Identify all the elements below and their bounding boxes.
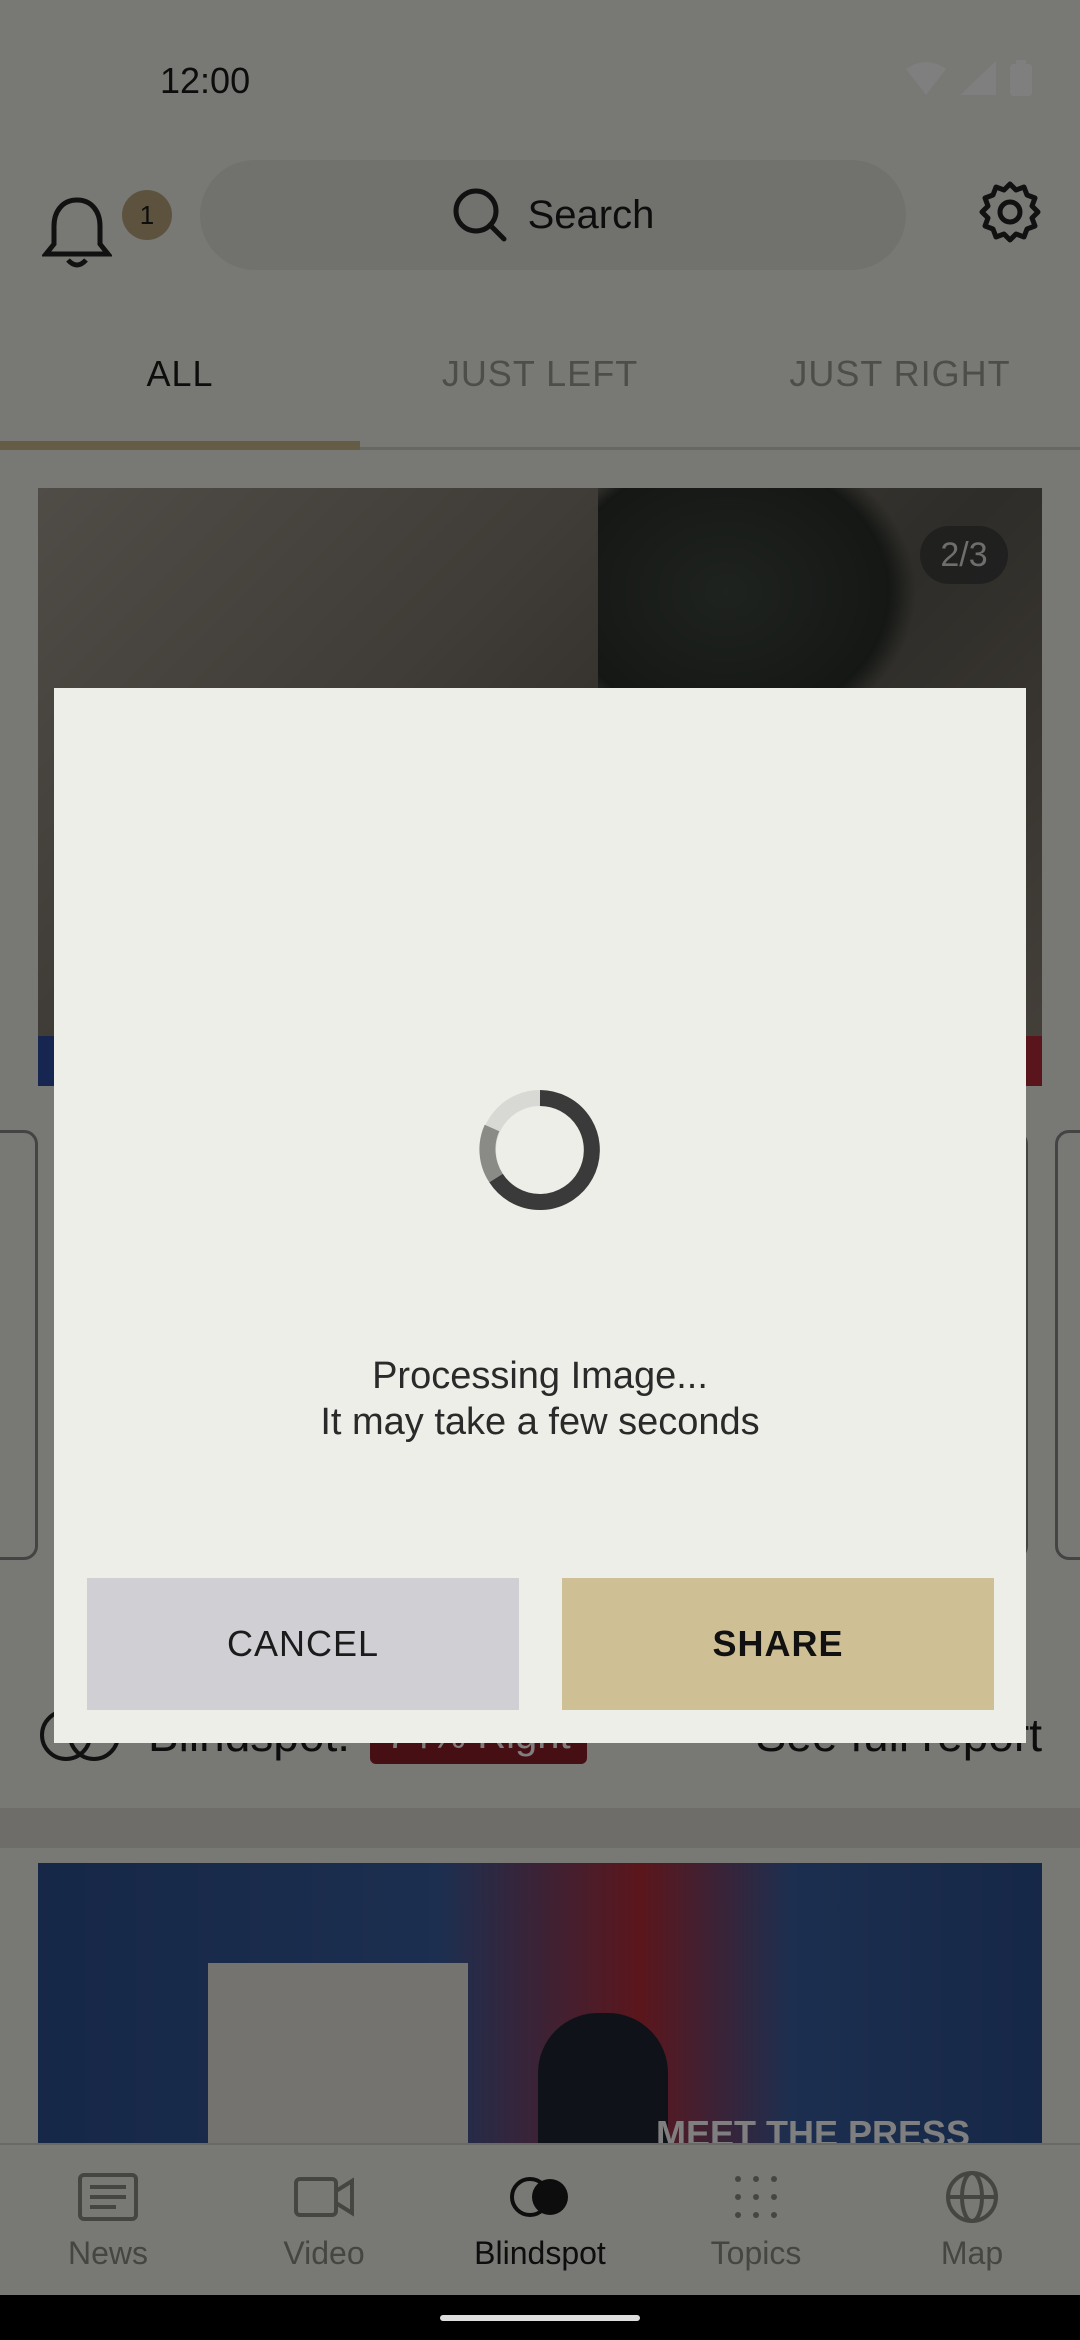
cancel-button[interactable]: CANCEL [87,1578,519,1710]
gesture-bar [0,2295,1080,2340]
processing-line-1: Processing Image... [372,1355,708,1397]
processing-line-2: It may take a few seconds [320,1401,760,1443]
loading-spinner-icon [479,1090,600,1210]
processing-dialog: Processing Image... It may take a few se… [54,688,1026,1743]
share-button[interactable]: SHARE [562,1578,994,1710]
home-handle[interactable] [440,2315,640,2321]
processing-message: Processing Image... It may take a few se… [54,1353,1026,1445]
